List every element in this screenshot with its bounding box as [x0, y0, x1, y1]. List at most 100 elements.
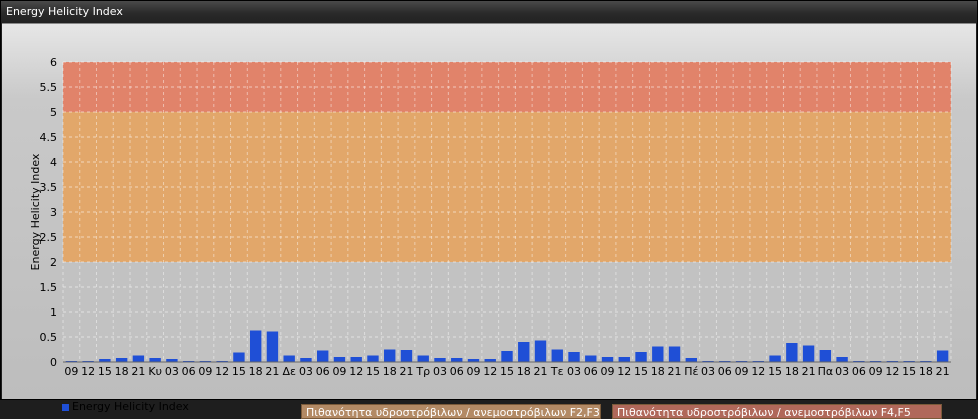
bar: [300, 358, 312, 362]
bar: [819, 350, 832, 362]
x-tick-label: 18: [651, 365, 665, 378]
bar: [585, 355, 597, 362]
x-tick-label: Τε: [550, 365, 564, 378]
x-tick-label: 15: [500, 365, 514, 378]
x-tick-label: 21: [534, 365, 548, 378]
x-tick-label: 21: [265, 365, 279, 378]
y-tick-label: 3.5: [40, 181, 58, 194]
bar: [233, 352, 245, 362]
bar: [668, 346, 681, 362]
bar: [836, 357, 848, 362]
title-bar: Energy Helicity Index: [1, 1, 977, 23]
bar: [132, 355, 145, 362]
bar: [317, 350, 329, 362]
x-tick-label: 09: [64, 365, 78, 378]
bar: [350, 357, 362, 362]
x-tick-label: Τρ: [415, 365, 430, 378]
x-tick-label: 09: [869, 365, 883, 378]
legend-swatch: [62, 403, 69, 411]
x-tick-label: 12: [885, 365, 899, 378]
x-tick-label: 09: [735, 365, 749, 378]
bar: [936, 350, 949, 362]
x-tick-label: 12: [81, 365, 95, 378]
x-tick-label: 21: [131, 365, 145, 378]
legend-label: Energy Helicity Index: [72, 400, 189, 413]
band-key-f2f3[interactable]: Πιθανότητα υδροστρόβιλων / ανεμοστρόβιλω…: [301, 404, 601, 419]
band-key-f4f5[interactable]: Πιθανότητα υδροστρόβιλων / ανεμοστρόβιλω…: [612, 404, 942, 419]
x-tick-label: 12: [215, 365, 229, 378]
chart-panel: Energy Helicity Index 0 0.5 1 1.5 2 2.5 3 3.5 4 4…: [0, 0, 978, 419]
y-tick-label: 1.5: [40, 281, 58, 294]
plot-frame: 0 0.5 1 1.5 2 2.5 3 3.5 4 4.5 5 5.5 6 Energy Helicity…: [2, 23, 976, 419]
x-tick-label: 03: [299, 365, 313, 378]
bar: [568, 352, 580, 362]
x-tick-label: 18: [115, 365, 129, 378]
x-tick-label: 21: [802, 365, 816, 378]
x-tick-label: 18: [249, 365, 263, 378]
bar: [601, 357, 614, 362]
x-tick-label: 09: [601, 365, 615, 378]
x-tick-label: 12: [751, 365, 765, 378]
x-tick-label: 12: [349, 365, 363, 378]
y-tick-label: 5: [50, 106, 57, 119]
x-tick-label: 15: [232, 365, 246, 378]
bar: [149, 358, 161, 362]
x-tick-label: 15: [366, 365, 380, 378]
bar: [367, 355, 379, 362]
x-tick-label: 21: [668, 365, 682, 378]
window-title: Energy Helicity Index: [6, 5, 123, 18]
x-tick-label: 06: [852, 365, 866, 378]
x-tick-label: 12: [617, 365, 631, 378]
x-tick-label: 06: [718, 365, 732, 378]
bar: [534, 340, 547, 362]
bar: [417, 355, 429, 362]
x-tick-label: 15: [98, 365, 112, 378]
x-tick-label: 09: [466, 365, 480, 378]
x-tick-label: 06: [316, 365, 330, 378]
x-tick-label: 21: [399, 365, 413, 378]
x-tick-label: 03: [835, 365, 849, 378]
bar: [283, 355, 295, 362]
x-tick-label: 18: [785, 365, 799, 378]
bar: [618, 357, 630, 362]
bar: [769, 355, 781, 362]
y-tick-label: 3: [50, 206, 57, 219]
y-tick-label: 5.5: [40, 81, 58, 94]
bar: [451, 358, 463, 362]
bar: [802, 345, 815, 362]
x-tick-label: 03: [567, 365, 581, 378]
x-tick-label: 12: [483, 365, 497, 378]
bar: [384, 349, 396, 362]
x-tick-label: 03: [165, 365, 179, 378]
x-tick-label: 15: [768, 365, 782, 378]
x-tick-label: 06: [584, 365, 598, 378]
x-tick-label: 09: [332, 365, 346, 378]
x-tick-label: 06: [182, 365, 196, 378]
bar: [434, 358, 446, 362]
x-tick-label: 15: [902, 365, 916, 378]
bar: [685, 358, 697, 362]
y-tick-label: 0: [50, 356, 57, 369]
bar: [501, 351, 513, 362]
legend[interactable]: Energy Helicity Index: [62, 400, 189, 413]
bar: [115, 358, 128, 362]
x-tick-label: 06: [450, 365, 464, 378]
bar: [400, 350, 413, 362]
bar: [518, 342, 530, 362]
x-tick-label: 18: [919, 365, 933, 378]
bar: [266, 331, 279, 362]
x-tick-label: 18: [383, 365, 397, 378]
x-tick-label: Πέ: [684, 365, 698, 378]
x-tick-label: Δε: [282, 365, 296, 378]
x-tick-label: 03: [701, 365, 715, 378]
x-tick-label: 03: [433, 365, 447, 378]
x-tick-label: 18: [517, 365, 531, 378]
bar: [249, 330, 262, 362]
x-tick-label: Πα: [818, 365, 834, 378]
x-tick-label: 15: [634, 365, 648, 378]
y-axis-title: Energy Helicity Index: [29, 153, 42, 270]
x-tick-label: 21: [936, 365, 950, 378]
y-tick-label: 6: [50, 56, 57, 69]
bar: [786, 343, 798, 362]
bar: [652, 346, 664, 362]
